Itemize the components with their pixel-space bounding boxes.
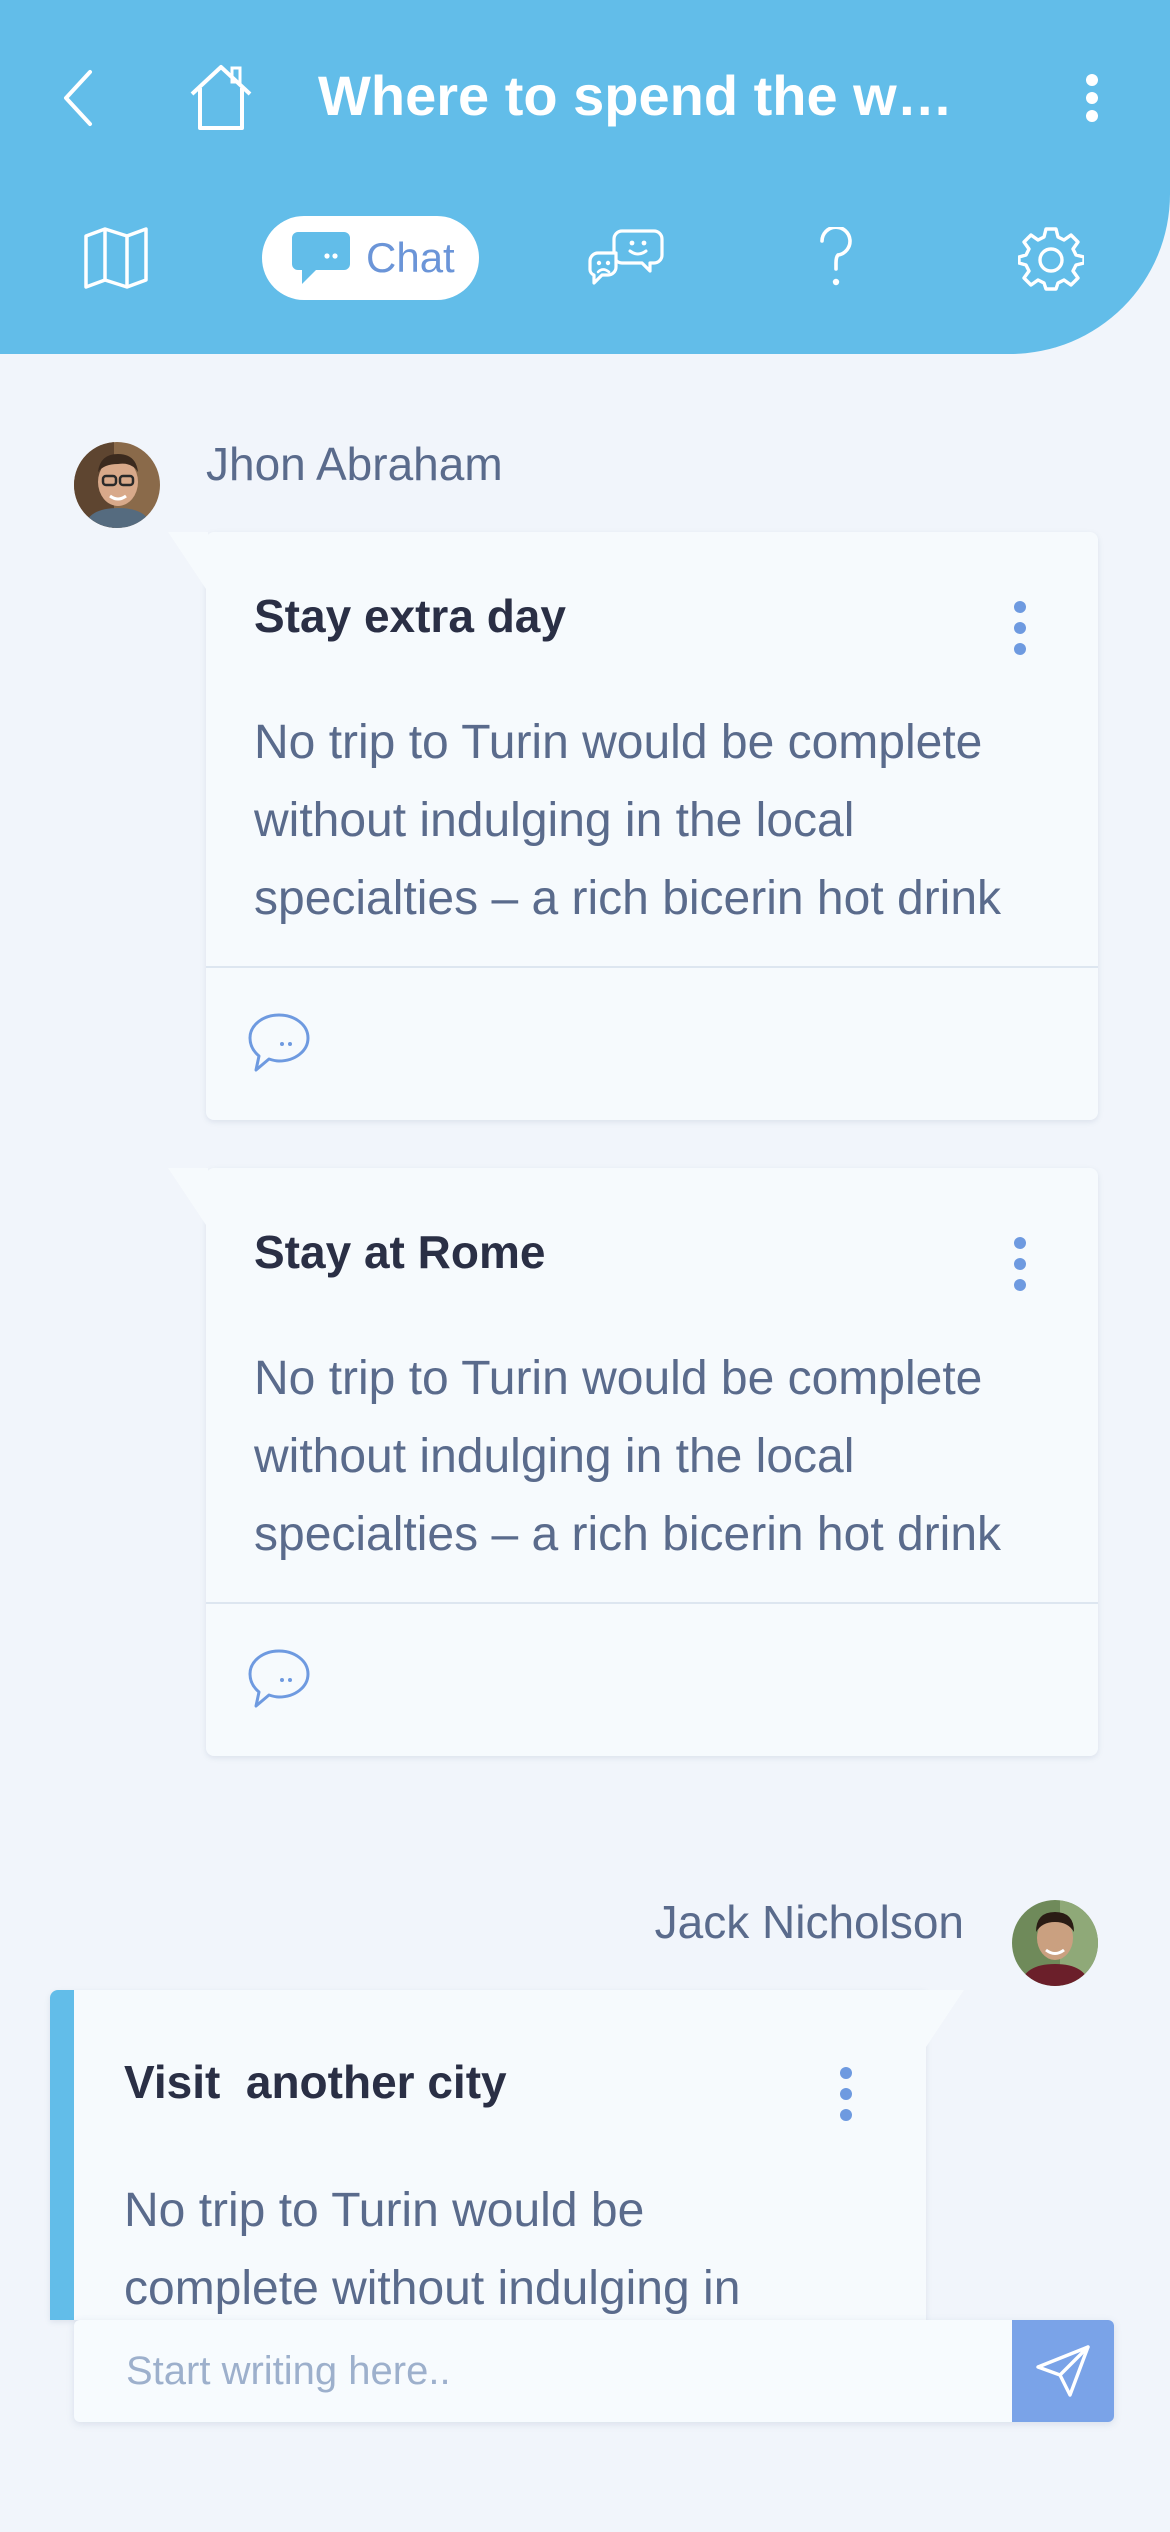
own-message-accent-bar <box>50 1990 74 2320</box>
dot-icon <box>840 2109 852 2121</box>
app-header: Where to spend the weekend Chat <box>0 0 1170 354</box>
person-avatar-icon <box>74 442 160 528</box>
chevron-left-icon <box>64 70 92 126</box>
comment-button[interactable] <box>246 1646 312 1712</box>
vertical-dots-icon <box>1086 74 1098 122</box>
card-body: No trip to Turin would be complete witho… <box>254 704 1054 938</box>
message-card[interactable]: Stay at Rome No trip to Turin would be c… <box>168 1168 1098 1756</box>
home-button[interactable] <box>186 60 256 134</box>
comment-button[interactable] <box>246 1010 312 1076</box>
avatar-jack-nicholson[interactable] <box>1012 1900 1098 1986</box>
chat-bubble-icon <box>290 230 352 286</box>
dot-icon <box>1014 601 1026 613</box>
sender-name: Jack Nicholson <box>654 1896 964 1948</box>
card-body-line: No trip to Turin would be complete <box>254 716 983 769</box>
gear-icon <box>1018 227 1084 291</box>
card-body-line: specialties – a rich bicerin hot drink <box>254 1508 1002 1561</box>
dot-icon <box>1014 1279 1026 1291</box>
comment-bubble-icon <box>248 1649 310 1708</box>
avatar-jhon-abraham[interactable] <box>74 442 160 528</box>
tab-map[interactable] <box>76 220 156 296</box>
bubble-tail <box>168 532 208 592</box>
message-input[interactable] <box>74 2320 1012 2422</box>
home-icon <box>190 65 252 130</box>
card-title: Visit another city <box>124 2056 507 2108</box>
map-icon <box>84 227 148 289</box>
dot-icon <box>1014 643 1026 655</box>
send-button[interactable] <box>1012 2320 1114 2422</box>
card-body: No trip to Turin would be complete witho… <box>254 1340 1054 1574</box>
feedback-faces-icon <box>588 229 664 285</box>
more-options-button[interactable] <box>1070 64 1114 132</box>
comment-bubble-icon <box>248 1013 310 1072</box>
card-title: Stay extra day <box>254 590 566 642</box>
dot-icon <box>1014 1237 1026 1249</box>
card-menu-button[interactable] <box>826 2062 866 2126</box>
card-body-line: without indulging in the local <box>254 794 855 847</box>
own-message-card[interactable]: Visit another city No trip to Turin woul… <box>50 1990 964 2320</box>
tab-help[interactable] <box>806 222 866 294</box>
person-avatar-icon <box>1012 1900 1098 1986</box>
tab-feedback[interactable] <box>584 222 668 294</box>
dot-icon <box>1014 622 1026 634</box>
back-button[interactable] <box>52 62 104 134</box>
dot-icon <box>1014 1258 1026 1270</box>
card-divider <box>206 1602 1098 1604</box>
dot-icon <box>840 2067 852 2079</box>
question-icon <box>820 227 852 286</box>
dot-icon <box>840 2088 852 2100</box>
tab-chat-label: Chat <box>366 234 455 281</box>
card-title: Stay at Rome <box>254 1226 546 1278</box>
card-body-line: No trip to Turin would be <box>124 2184 645 2237</box>
page-title: Where to spend the weekend <box>318 64 978 127</box>
tab-chat[interactable]: Chat <box>262 216 479 300</box>
card-menu-button[interactable] <box>1000 596 1040 660</box>
message-composer <box>74 2320 1114 2422</box>
card-menu-button[interactable] <box>1000 1232 1040 1296</box>
card-body-line: specialties – a rich bicerin hot drink <box>254 872 1002 925</box>
bubble-tail <box>168 1168 208 1228</box>
card-body: No trip to Turin would be complete witho… <box>124 2172 884 2328</box>
sender-name: Jhon Abraham <box>206 438 503 490</box>
card-body-line: without indulging in the local <box>254 1430 855 1483</box>
bubble-tail <box>924 1990 964 2050</box>
card-body-line: complete without indulging in <box>124 2262 741 2315</box>
tab-settings[interactable] <box>1012 220 1090 298</box>
message-card[interactable]: Stay extra day No trip to Turin would be… <box>168 532 1098 1120</box>
card-body-line: No trip to Turin would be complete <box>254 1352 983 1405</box>
card-divider <box>206 966 1098 968</box>
send-paper-plane-icon <box>1036 2345 1090 2397</box>
